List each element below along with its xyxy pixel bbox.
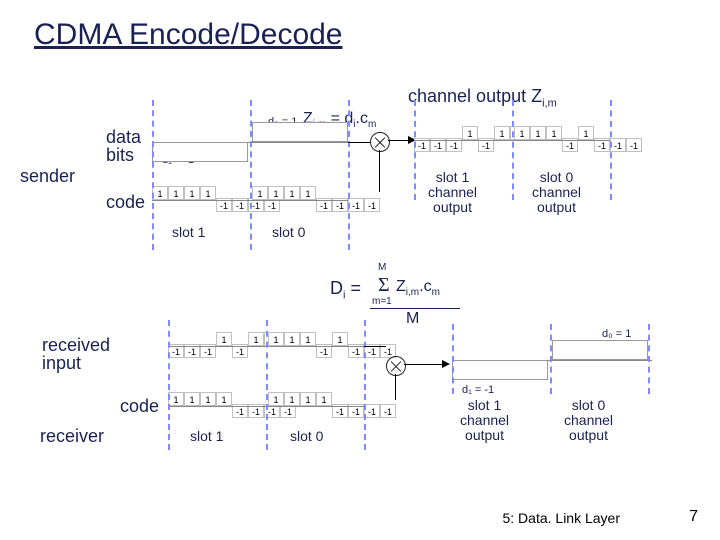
d1-label-rx: d₁ = -1 — [462, 384, 494, 396]
chip-cell: 1 — [216, 332, 232, 346]
chip-cell: 1 — [268, 332, 284, 346]
slot0-label-receiver: slot 0 — [290, 428, 323, 444]
sigma-icon: Σ — [378, 274, 390, 297]
code-label-receiver: code — [120, 396, 159, 417]
arrow-mult-to-out — [388, 140, 410, 141]
rxc-dash-3 — [364, 384, 366, 450]
chip-cell: 1 — [284, 186, 300, 200]
chip-cell: 1 — [300, 186, 316, 200]
chip-cell: -1 — [610, 138, 626, 152]
channel-output-label: channel output Zi,m — [408, 86, 557, 110]
multiply-icon-receiver — [386, 356, 406, 376]
slot0-out-label: slot 0 channel output — [532, 170, 581, 215]
out-dash-1 — [414, 100, 416, 200]
chip-cell: 1 — [252, 186, 268, 200]
dec-dash-1 — [452, 324, 454, 394]
sigma-rhs: Zi,m.cm — [396, 278, 440, 298]
d0-bar — [252, 122, 348, 142]
chip-cell: 1 — [248, 332, 264, 346]
footer-page: 7 — [689, 508, 698, 526]
arrow-code2-to-mult — [395, 374, 396, 400]
chip-cell: 1 — [200, 392, 216, 406]
chip-cell: 1 — [530, 126, 546, 140]
chip-cell: 1 — [168, 392, 184, 406]
fraction-M: M — [406, 310, 419, 328]
chip-cell: 1 — [284, 332, 300, 346]
slot0-out-label-rx: slot 0 channel output — [564, 398, 613, 443]
sigma-bot: m=1 — [372, 296, 392, 307]
chip-cell: 1 — [300, 392, 316, 406]
slot1-out-label: slot 1 channel output — [428, 170, 477, 215]
chip-cell: 1 — [168, 186, 184, 200]
chip-cell: 1 — [216, 392, 232, 406]
decoded-d0-bar — [552, 340, 648, 360]
enc-row-slot0: 111-11-1-1-1 — [514, 132, 642, 146]
out-dash-2 — [512, 100, 514, 200]
rx-dash-1 — [168, 320, 170, 380]
chip-cell: -1 — [348, 198, 364, 212]
rx-dash-2 — [266, 320, 268, 380]
chip-cell: -1 — [380, 404, 396, 418]
receiver-label: receiver — [40, 426, 104, 447]
chip-cell: 1 — [200, 186, 216, 200]
sender-dash-3 — [348, 100, 350, 250]
chip-cell: 1 — [578, 126, 594, 140]
dec-dash-3 — [648, 324, 650, 394]
chip-cell: -1 — [626, 138, 642, 152]
fraction-bar — [370, 308, 460, 309]
rxc-dash-1 — [168, 384, 170, 450]
d1-bar — [152, 142, 248, 162]
chip-cell: 1 — [332, 332, 348, 346]
arrow-mult-to-di — [404, 364, 444, 365]
rxc-dash-2 — [266, 384, 268, 450]
arrow-data-to-mult — [348, 142, 370, 143]
arrow-rx-to-mult — [364, 346, 386, 347]
chip-cell: 1 — [184, 186, 200, 200]
chip-cell: 1 — [316, 392, 332, 406]
chip-cell: 1 — [268, 392, 284, 406]
code-row-slot0: 1111-1-1-1-1 — [252, 192, 380, 206]
sender-dash-2 — [250, 100, 252, 250]
code-label-sender: code — [106, 192, 145, 213]
d0-label-rx: d₀ = 1 — [602, 328, 631, 340]
received-input-label: received input — [42, 336, 110, 372]
chip-cell: 1 — [268, 186, 284, 200]
sender-dash-1 — [152, 100, 154, 250]
chip-cell: 1 — [300, 332, 316, 346]
slot1-label-receiver: slot 1 — [190, 428, 223, 444]
chip-cell: 1 — [152, 186, 168, 200]
slot0-label-sender: slot 0 — [272, 224, 305, 240]
chip-cell: 1 — [284, 392, 300, 406]
Di-equation: Di = — [330, 278, 361, 302]
multiply-icon-sender — [370, 132, 390, 152]
sender-label: sender — [20, 166, 75, 187]
decoded-d1-bar — [452, 360, 548, 380]
data-bits-label: data bits — [106, 128, 141, 164]
rx-row-slot0: 111-11-1-1-1 — [268, 338, 396, 352]
footer-section: 5: Data. Link Layer — [502, 510, 620, 526]
chip-cell: -1 — [364, 404, 380, 418]
chip-cell: 1 — [546, 126, 562, 140]
dec-dash-2 — [550, 324, 552, 394]
sigma-top: M — [378, 262, 386, 273]
chip-cell: 1 — [514, 126, 530, 140]
chip-cell: 1 — [494, 126, 510, 140]
chip-cell: -1 — [364, 198, 380, 212]
slot1-label-sender: slot 1 — [172, 224, 205, 240]
chip-cell: 1 — [184, 392, 200, 406]
rx-dash-3 — [364, 320, 366, 380]
arrow-code-to-mult — [379, 150, 380, 192]
code2-row-slot0: 1111-1-1-1-1 — [268, 398, 396, 412]
chip-cell: 1 — [462, 126, 478, 140]
page-title: CDMA Encode/Decode — [34, 18, 343, 52]
out-dash-3 — [610, 100, 612, 200]
arrow-head-receiver — [442, 360, 450, 368]
slot1-out-label-rx: slot 1 channel output — [460, 398, 509, 443]
